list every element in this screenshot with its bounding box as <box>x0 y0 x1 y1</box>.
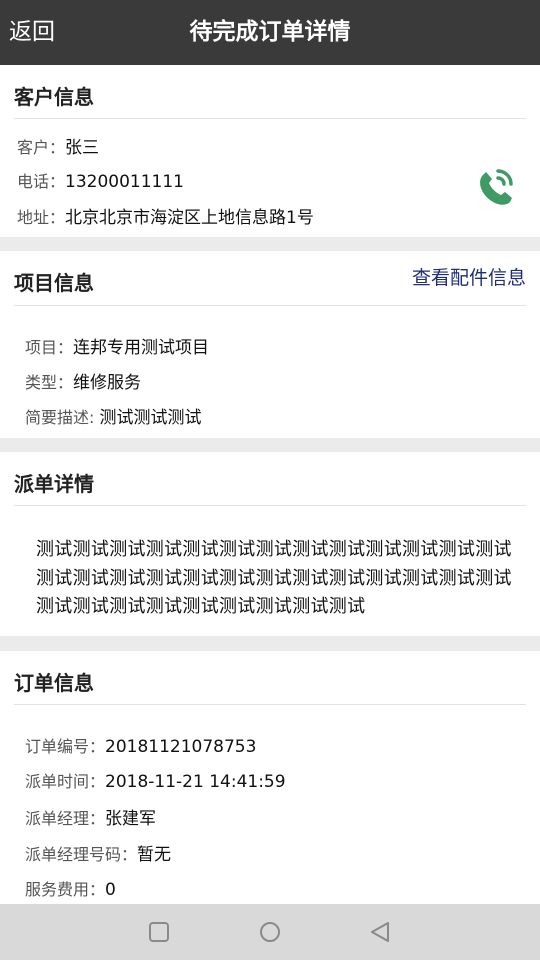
divider <box>14 305 526 306</box>
service-fee-row: 服务费用：0 <box>25 876 116 900</box>
project-type-value: 维修服务 <box>73 373 142 393</box>
customer-name-label: 客户： <box>17 138 66 157</box>
divider <box>14 118 526 119</box>
project-name-label: 项目： <box>25 338 74 357</box>
phone-call-icon[interactable] <box>472 162 520 210</box>
order-number-value: 20181121078753 <box>105 737 257 757</box>
service-fee-value: 0 <box>105 880 116 900</box>
customer-phone-value[interactable]: 13200011111 <box>65 172 184 192</box>
dispatch-manager-label: 派单经理： <box>25 809 106 828</box>
page-title: 待完成订单详情 <box>189 19 351 45</box>
dispatch-description: 测试测试测试测试测试测试测试测试测试测试测试测试测试测试测试测试测试测试测试测试… <box>36 539 512 617</box>
home-icon[interactable] <box>258 920 282 944</box>
project-section-title: 项目信息 <box>14 271 94 295</box>
manager-phone-label: 派单经理号码： <box>25 845 138 864</box>
order-number-row: 订单编号：20181121078753 <box>25 733 256 757</box>
order-number-label: 订单编号： <box>25 737 106 756</box>
system-navigation-bar <box>0 904 540 960</box>
order-info-card: 订单信息 订单编号：20181121078753 派单时间：2018-11-21… <box>0 651 540 904</box>
dispatch-time-value: 2018-11-21 14:41:59 <box>105 772 286 792</box>
project-desc-label: 简要描述: <box>25 408 100 427</box>
customer-address-value: 北京北京市海淀区上地信息路1号 <box>65 208 314 228</box>
service-fee-label: 服务费用： <box>25 880 106 899</box>
view-parts-link[interactable]: 查看配件信息 <box>412 263 526 290</box>
project-type-row: 类型：维修服务 <box>25 368 141 393</box>
order-section-title: 订单信息 <box>14 671 94 695</box>
project-info-card: 项目信息 查看配件信息 项目：连邦专用测试项目 类型：维修服务 简要描述: 测试… <box>0 251 540 438</box>
back-triangle-icon[interactable] <box>368 920 392 944</box>
customer-phone-label: 电话： <box>17 172 66 191</box>
recent-apps-icon[interactable] <box>147 920 171 944</box>
dispatch-manager-row: 派单经理：张建军 <box>25 804 156 829</box>
project-type-label: 类型： <box>25 373 74 392</box>
project-name-row: 项目：连邦专用测试项目 <box>25 333 209 358</box>
customer-address-row: 地址：北京北京市海淀区上地信息路1号 <box>17 203 314 228</box>
customer-address-label: 地址： <box>17 208 66 227</box>
dispatch-details-card: 派单详情 测试测试测试测试测试测试测试测试测试测试测试测试测试测试测试测试测试测… <box>0 452 540 636</box>
top-bar: 返回 待完成订单详情 <box>0 0 540 65</box>
customer-section-title: 客户信息 <box>14 85 94 109</box>
dispatch-manager-value: 张建军 <box>105 809 157 829</box>
back-button[interactable]: 返回 <box>9 16 55 48</box>
dispatch-section-title: 派单详情 <box>14 472 94 496</box>
project-name-value: 连邦专用测试项目 <box>73 338 210 358</box>
project-desc-row: 简要描述: 测试测试测试 <box>25 403 201 428</box>
manager-phone-value: 暂无 <box>137 845 172 865</box>
divider <box>14 505 526 506</box>
dispatch-time-row: 派单时间：2018-11-21 14:41:59 <box>25 768 286 792</box>
customer-phone-row: 电话：13200011111 <box>17 168 184 192</box>
customer-name-value: 张三 <box>65 138 100 158</box>
customer-info-card: 客户信息 客户：张三 电话：13200011111 地址：北京北京市海淀区上地信… <box>0 65 540 237</box>
dispatch-time-label: 派单时间： <box>25 772 106 791</box>
manager-phone-row: 派单经理号码：暂无 <box>25 840 171 865</box>
divider <box>14 704 526 705</box>
customer-name-row: 客户：张三 <box>17 133 99 158</box>
project-desc-value: 测试测试测试 <box>99 408 202 428</box>
